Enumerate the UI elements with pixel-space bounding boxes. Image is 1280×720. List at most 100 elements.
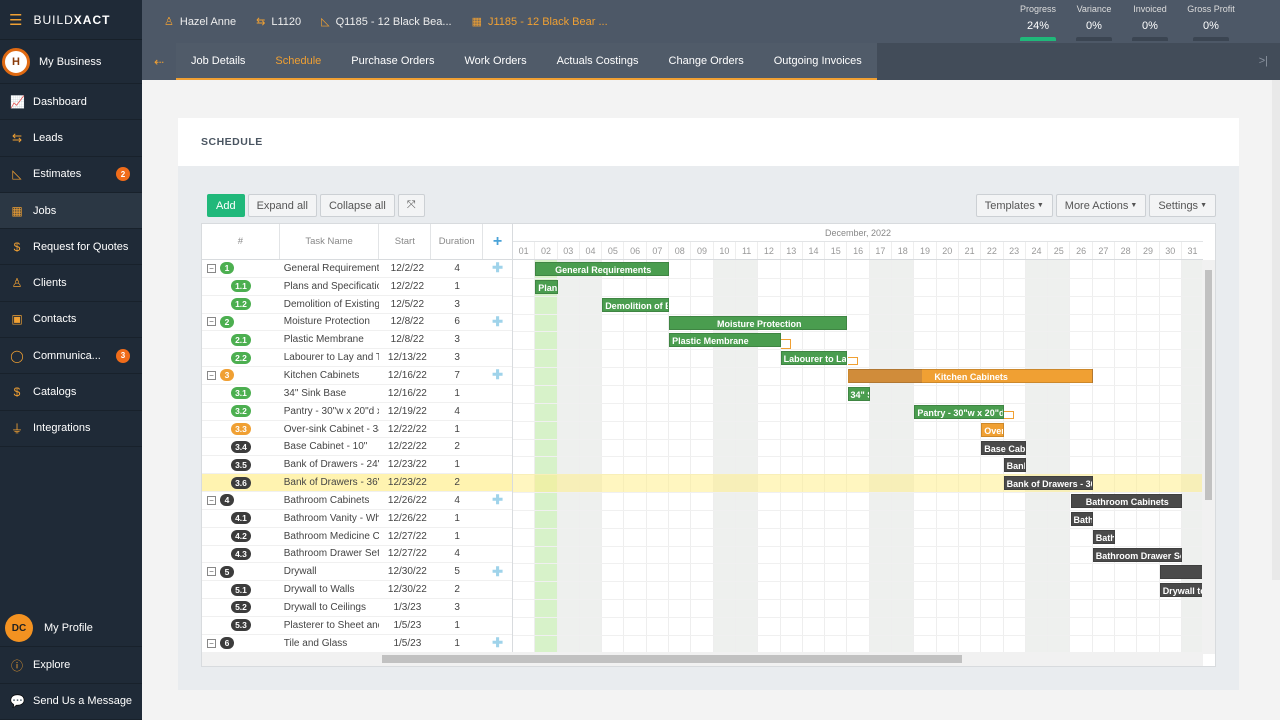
task-bar[interactable]: Bathroom Drawer Set — [1092, 547, 1182, 562]
table-row[interactable]: 3.5 Bank of Drawers - 24" 12/23/22 1 — [202, 456, 512, 475]
collapse-toggle-icon[interactable]: − — [207, 317, 216, 327]
add-subtask-plus-icon[interactable]: ✚ — [483, 314, 512, 330]
table-row[interactable]: 3.4 Base Cabinet - 10" 12/22/22 2 — [202, 438, 512, 457]
collapse-toggle-icon[interactable]: − — [207, 638, 216, 648]
task-name-cell[interactable]: Drywall to Walls — [280, 584, 380, 595]
task-duration-cell[interactable]: 2 — [431, 441, 483, 452]
table-row[interactable]: 4.2 Bathroom Medicine Ca 12/27/22 1 — [202, 528, 512, 546]
tab-actuals-costings[interactable]: Actuals Costings — [542, 43, 654, 78]
task-bar[interactable]: Over-sink Cabinet — [981, 422, 1004, 437]
table-row[interactable]: 2.2 Labourer to Lay and Ta 12/13/22 3 — [202, 349, 512, 368]
table-row[interactable]: 3.6 Bank of Drawers - 36" 12/23/22 2 — [202, 474, 512, 492]
task-duration-cell[interactable]: 3 — [431, 334, 483, 345]
task-start-cell[interactable]: 12/2/22 — [379, 263, 431, 274]
table-row[interactable]: 3.1 34" Sink Base 12/16/22 1 — [202, 385, 512, 403]
task-duration-cell[interactable]: 4 — [431, 406, 483, 417]
task-start-cell[interactable]: 12/23/22 — [379, 477, 431, 488]
task-name-cell[interactable]: 34" Sink Base — [280, 388, 380, 399]
business-switcher[interactable]: H My Business — [0, 40, 142, 84]
fullscreen-button[interactable]: ⤧ — [397, 194, 425, 217]
task-bar[interactable]: Labourer to Lay and Tape — [780, 351, 848, 366]
column-header-task-name[interactable]: Task Name — [280, 224, 380, 259]
add-subtask-plus-icon[interactable]: ✚ — [483, 260, 512, 276]
table-row[interactable]: 5.1 Drywall to Walls 12/30/22 2 — [202, 581, 512, 600]
table-row[interactable]: 2.1 Plastic Membrane 12/8/22 3 — [202, 331, 512, 350]
expand-all-button[interactable]: Expand all — [247, 194, 317, 217]
task-start-cell[interactable]: 1/5/23 — [379, 638, 431, 649]
task-start-cell[interactable]: 12/27/22 — [379, 531, 431, 542]
task-name-cell[interactable]: Bathroom Cabinets — [280, 495, 380, 506]
task-name-cell[interactable]: Kitchen Cabinets — [280, 370, 380, 381]
task-bar[interactable]: Drywall to Walls — [1159, 583, 1203, 598]
task-start-cell[interactable]: 12/8/22 — [379, 334, 431, 345]
task-duration-cell[interactable]: 6 — [431, 316, 483, 327]
tab-purchase-orders[interactable]: Purchase Orders — [336, 43, 449, 78]
task-duration-cell[interactable]: 5 — [431, 566, 483, 577]
add-column-plus-icon[interactable]: + — [483, 224, 512, 259]
task-start-cell[interactable]: 12/27/22 — [379, 548, 431, 559]
add-subtask-plus-icon[interactable]: ✚ — [483, 367, 512, 383]
task-duration-cell[interactable]: 1 — [431, 459, 483, 470]
task-name-cell[interactable]: Bathroom Vanity - Whi — [280, 513, 380, 524]
breadcrumb-item[interactable]: ◺ Q1185 - 12 Black Bea... — [321, 15, 451, 29]
column-header-duration[interactable]: Duration — [431, 224, 484, 259]
collapse-toggle-icon[interactable]: − — [207, 263, 216, 273]
task-duration-cell[interactable]: 3 — [431, 602, 483, 613]
sidebar-item-jobs[interactable]: ▦ Jobs — [0, 192, 142, 230]
collapse-all-button[interactable]: Collapse all — [319, 194, 395, 217]
task-name-cell[interactable]: Plastic Membrane — [280, 334, 380, 345]
task-duration-cell[interactable]: 1 — [431, 424, 483, 435]
task-name-cell[interactable]: Base Cabinet - 10" — [280, 441, 380, 452]
task-bar[interactable]: Bank of Drawers - 24" — [1003, 458, 1026, 473]
add-subtask-plus-icon[interactable]: ✚ — [483, 492, 512, 508]
task-duration-cell[interactable]: 7 — [431, 370, 483, 381]
task-duration-cell[interactable]: 1 — [431, 513, 483, 524]
table-row[interactable]: −6 Tile and Glass 1/5/23 1 ✚ — [202, 635, 512, 653]
hamburger-menu-icon[interactable]: ☰ — [9, 11, 23, 29]
breadcrumb-item[interactable]: ♙ Hazel Anne — [164, 15, 236, 29]
column-header-number[interactable]: # — [202, 224, 280, 259]
task-start-cell[interactable]: 12/26/22 — [379, 495, 431, 506]
task-name-cell[interactable]: Drywall — [280, 566, 380, 577]
task-duration-cell[interactable]: 2 — [431, 584, 483, 595]
task-bar[interactable]: Bathroom Vanity — [1070, 511, 1093, 526]
task-name-cell[interactable]: Plasterer to Sheet and — [280, 620, 380, 631]
task-bar[interactable]: General Requirements — [535, 262, 670, 276]
collapse-toggle-icon[interactable]: − — [207, 370, 216, 380]
table-row[interactable]: 3.3 Over-sink Cabinet - 34 12/22/22 1 — [202, 421, 512, 439]
task-start-cell[interactable]: 12/8/22 — [379, 316, 431, 327]
task-bar[interactable]: Demolition of Existing — [602, 297, 670, 312]
horizontal-scrollbar[interactable] — [202, 652, 1203, 666]
task-start-cell[interactable]: 12/2/22 — [379, 281, 431, 292]
task-bar[interactable]: Pantry - 30"w x 20"d x — [914, 404, 1004, 419]
task-name-cell[interactable]: Bank of Drawers - 36" — [280, 477, 380, 488]
add-subtask-plus-icon[interactable]: ✚ — [483, 635, 512, 651]
task-start-cell[interactable]: 12/16/22 — [379, 388, 431, 399]
table-row[interactable]: −1 General Requirements 12/2/22 4 ✚ — [202, 260, 512, 278]
task-bar[interactable]: Plastic Membrane — [669, 333, 781, 348]
task-duration-cell[interactable]: 3 — [431, 299, 483, 310]
task-name-cell[interactable]: Tile and Glass — [280, 638, 380, 649]
vertical-scrollbar[interactable] — [1202, 260, 1215, 654]
table-row[interactable]: 1.2 Demolition of Existing 12/5/22 3 — [202, 296, 512, 314]
table-row[interactable]: 3.2 Pantry - 30"w x 20"d x 12/19/22 4 — [202, 403, 512, 421]
templates-dropdown[interactable]: Templates ▼ — [975, 194, 1053, 217]
task-duration-cell[interactable]: 3 — [431, 352, 483, 363]
task-duration-cell[interactable]: 1 — [431, 388, 483, 399]
dependency-link[interactable] — [780, 339, 791, 350]
tab-job-details[interactable]: Job Details — [176, 43, 260, 78]
table-row[interactable]: 5.2 Drywall to Ceilings 1/3/23 3 — [202, 599, 512, 617]
task-name-cell[interactable]: Pantry - 30"w x 20"d x — [280, 406, 380, 417]
add-task-button[interactable]: Add — [207, 194, 245, 217]
task-start-cell[interactable]: 12/22/22 — [379, 424, 431, 435]
sidebar-item-clients[interactable]: ♙ Clients — [0, 265, 142, 302]
tab-change-orders[interactable]: Change Orders — [654, 43, 759, 78]
task-bar[interactable]: Moisture Protection — [669, 315, 848, 330]
task-duration-cell[interactable]: 4 — [431, 495, 483, 506]
task-start-cell[interactable]: 1/5/23 — [379, 620, 431, 631]
task-start-cell[interactable]: 12/22/22 — [379, 441, 431, 452]
collapse-toggle-icon[interactable]: − — [207, 495, 216, 505]
table-row[interactable]: 5.3 Plasterer to Sheet and 1/5/23 1 — [202, 617, 512, 635]
task-duration-cell[interactable]: 4 — [431, 263, 483, 274]
collapse-panel-icon[interactable]: >| — [1259, 55, 1268, 67]
